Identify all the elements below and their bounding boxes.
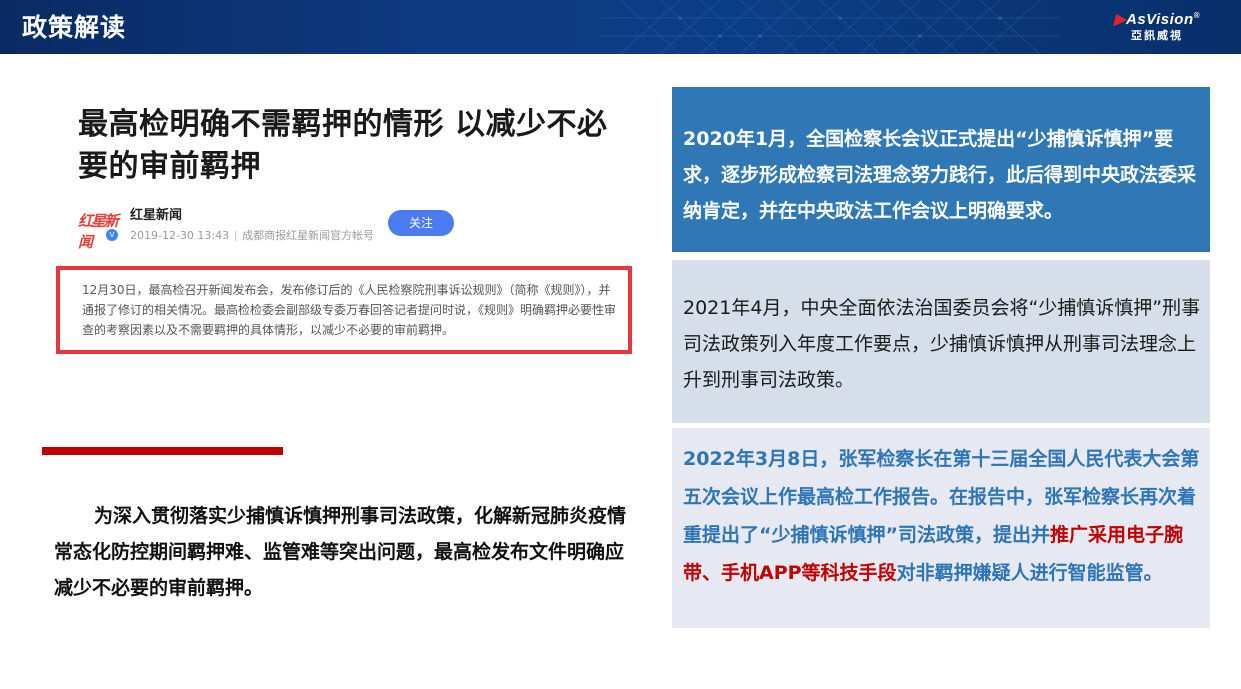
source-description: 成都商报红星新闻官方帐号	[242, 229, 375, 242]
source-meta: 2019-12-30 13:43 成都商报红星新闻官方帐号	[130, 227, 374, 243]
highlighted-excerpt-box: 12月30日，最高检召开新闻发布会，发布修订后的《人民检察院刑事诉讼规则》（简称…	[56, 266, 632, 354]
header-decoration	[600, 0, 1060, 54]
source-name[interactable]: 红星新闻	[130, 204, 182, 223]
meta-divider	[235, 231, 237, 241]
page-title: 政策解读	[22, 13, 127, 42]
summary-text: 为深入贯彻落实少捕慎诉慎押刑事司法政策，化解新冠肺炎疫情常态化防控期间羁押难、监…	[54, 505, 627, 599]
verified-icon: v	[106, 229, 118, 241]
timeline-item-2022: 2022年3月8日，张军检察长在第十三届全国人民代表大会第五次会议上作最高检工作…	[672, 428, 1210, 628]
source-logo: 红星新闻 v	[78, 205, 120, 251]
publish-date: 2019-12-30 13:43	[130, 229, 230, 242]
timeline-item-2020: 2020年1月，全国检察长会议正式提出“少捕慎诉慎押”要求，逐步形成检察司法理念…	[672, 87, 1210, 252]
article-excerpt: 12月30日，最高检召开新闻发布会，发布修订后的《人民检察院刑事诉讼规则》（简称…	[82, 283, 617, 337]
follow-button[interactable]: 关注	[388, 210, 454, 236]
timeline-text-2022-end: 对非羁押嫌疑人进行智能监管。	[896, 562, 1163, 584]
brand-name-en: ▶AsVision®	[1113, 11, 1201, 28]
header-bar: 政策解读 ▶AsVision® 亞訊威視	[0, 0, 1241, 54]
timeline-text-2021: 2021年4月，中央全面依法治国委员会将“少捕慎诉慎押”刑事司法政策列入年度工作…	[683, 297, 1201, 391]
article-title: 最高检明确不需羁押的情形 以减少不必要的审前羁押	[78, 107, 608, 184]
brand-logo: ▶AsVision® 亞訊威視	[1097, 8, 1217, 44]
brand-name-cn: 亞訊威視	[1131, 29, 1183, 42]
timeline-item-2021: 2021年4月，中央全面依法治国委员会将“少捕慎诉慎押”刑事司法政策列入年度工作…	[672, 260, 1210, 423]
timeline-text-2020: 2020年1月，全国检察长会议正式提出“少捕慎诉慎押”要求，逐步形成检察司法理念…	[683, 128, 1197, 222]
accent-divider	[42, 447, 283, 455]
